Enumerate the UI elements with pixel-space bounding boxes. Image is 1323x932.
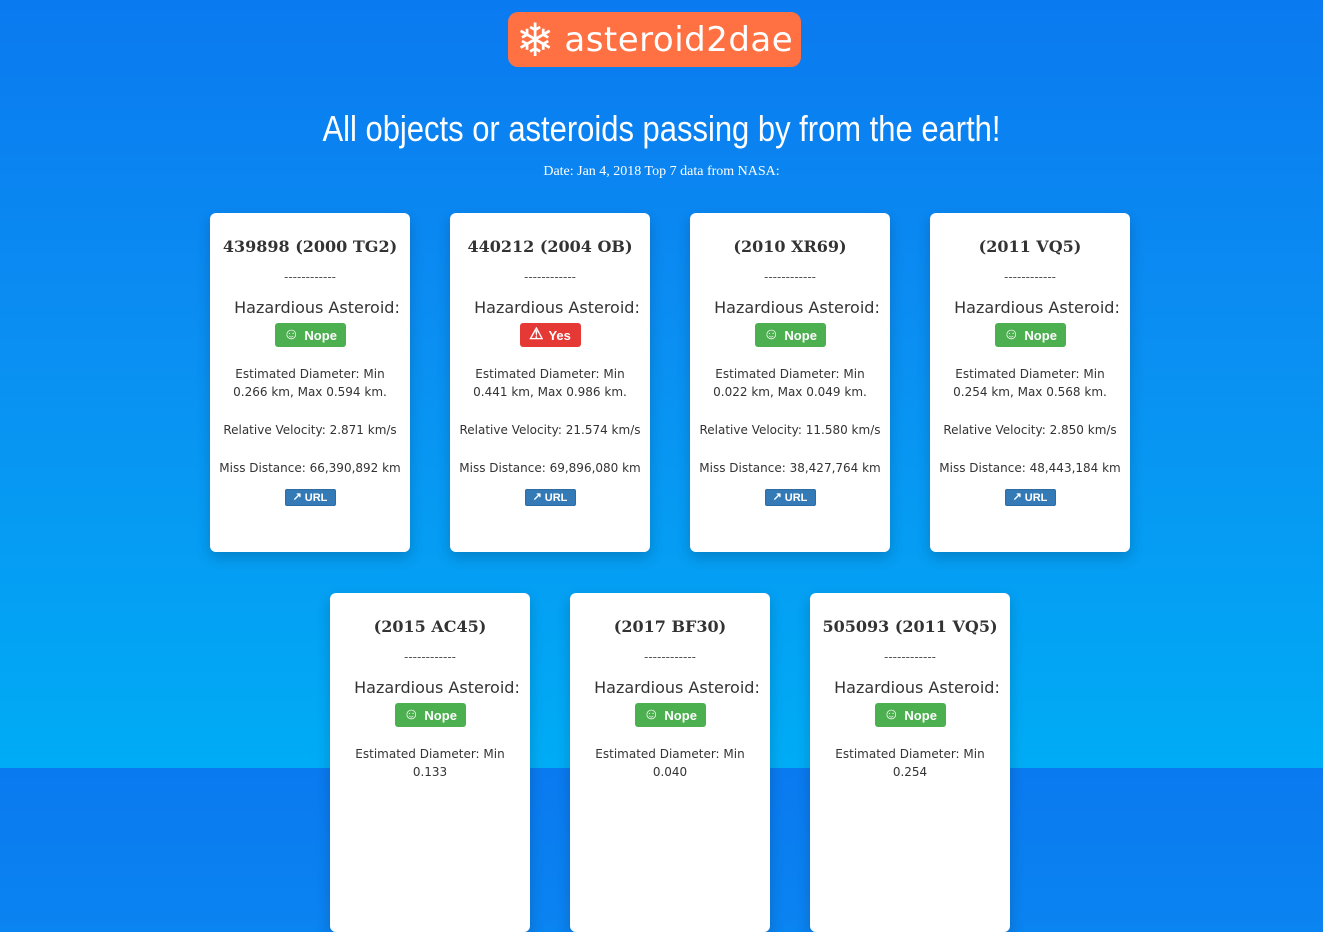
estimated-diameter: Estimated Diameter: Min 0.441 km, Max 0.… <box>473 367 627 399</box>
snowflake-icon: ❄ <box>515 12 555 67</box>
asteroid-name: (2011 VQ5) <box>978 237 1082 256</box>
hazard-label: Hazardious Asteroid: <box>354 678 520 697</box>
estimated-diameter: Estimated Diameter: Min 0.040 <box>595 747 745 779</box>
separator: ------------ <box>764 270 816 284</box>
estimated-diameter: Estimated Diameter: Min 0.254 km, Max 0.… <box>953 367 1107 399</box>
hazard-value: Nope <box>904 707 937 723</box>
url-label: URL <box>1024 491 1048 504</box>
smile-icon: ☺ <box>643 706 660 723</box>
asteroid-card: (2010 XR69) ------------ Hazardious Aste… <box>690 213 890 552</box>
miss-distance: Miss Distance: 38,427,764 km <box>699 461 881 475</box>
hazard-label: Hazardious Asteroid: <box>714 298 880 317</box>
miss-distance: Miss Distance: 69,896,080 km <box>459 461 641 475</box>
url-button[interactable]: ↗ URL <box>764 489 816 506</box>
relative-velocity: Relative Velocity: 21.574 km/s <box>459 423 641 437</box>
miss-distance: Miss Distance: 48,443,184 km <box>939 461 1121 475</box>
url-label: URL <box>304 491 328 504</box>
url-label: URL <box>784 491 808 504</box>
external-link-icon: ↗ <box>292 491 302 503</box>
smile-icon: ☺ <box>763 326 780 343</box>
hazard-label: Hazardious Asteroid: <box>954 298 1120 317</box>
hazard-badge: ☺ Nope <box>634 703 706 727</box>
hazard-value: Nope <box>424 707 457 723</box>
estimated-diameter: Estimated Diameter: Min 0.266 km, Max 0.… <box>233 367 387 399</box>
hazard-value: Nope <box>304 327 337 343</box>
hazard-label: Hazardious Asteroid: <box>834 678 1000 697</box>
hazard-value: Nope <box>1024 327 1057 343</box>
hazard-badge: ☺ Nope <box>754 323 826 347</box>
smile-icon: ☺ <box>283 326 300 343</box>
miss-distance: Miss Distance: 66,390,892 km <box>219 461 401 475</box>
separator: ------------ <box>1004 270 1056 284</box>
separator: ------------ <box>884 650 936 664</box>
relative-velocity: Relative Velocity: 2.871 km/s <box>223 423 397 437</box>
estimated-diameter: Estimated Diameter: Min 0.133 <box>355 747 505 779</box>
separator: ------------ <box>524 270 576 284</box>
hazard-badge: ☺ Nope <box>994 323 1066 347</box>
hazard-value: Nope <box>784 327 817 343</box>
asteroid-name: (2010 XR69) <box>733 237 847 256</box>
estimated-diameter: Estimated Diameter: Min 0.022 km, Max 0.… <box>713 367 867 399</box>
asteroid-name: 439898 (2000 TG2) <box>222 237 398 256</box>
external-link-icon: ↗ <box>532 491 542 503</box>
hazard-badge: ⚠ Yes <box>519 323 581 347</box>
hazard-label: Hazardious Asteroid: <box>594 678 760 697</box>
hazard-label: Hazardious Asteroid: <box>234 298 400 317</box>
hazard-value: Yes <box>548 327 571 343</box>
asteroid-name: (2017 BF30) <box>613 617 727 636</box>
asteroid-name: 440212 (2004 OB) <box>467 237 633 256</box>
asteroid-card: 505093 (2011 VQ5) ------------ Hazardiou… <box>810 593 1010 932</box>
relative-velocity: Relative Velocity: 11.580 km/s <box>699 423 881 437</box>
estimated-diameter: Estimated Diameter: Min 0.254 <box>835 747 985 779</box>
url-label: URL <box>544 491 568 504</box>
asteroid-card: (2011 VQ5) ------------ Hazardious Aster… <box>930 213 1130 552</box>
hazard-value: Nope <box>664 707 697 723</box>
hazard-badge: ☺ Nope <box>394 703 466 727</box>
smile-icon: ☺ <box>403 706 420 723</box>
relative-velocity: Relative Velocity: 2.850 km/s <box>943 423 1117 437</box>
url-button[interactable]: ↗ URL <box>284 489 336 506</box>
external-link-icon: ↗ <box>772 491 782 503</box>
page-title: All objects or asteroids passing by from… <box>322 108 1001 149</box>
asteroid-card: (2015 AC45) ------------ Hazardious Aste… <box>330 593 530 932</box>
logo-text: asteroid2dae <box>564 19 794 60</box>
separator: ------------ <box>644 650 696 664</box>
smile-icon: ☺ <box>1003 326 1020 343</box>
smile-icon: ☺ <box>883 706 900 723</box>
asteroid-card: 440212 (2004 OB) ------------ Hazardious… <box>450 213 650 552</box>
hazard-label: Hazardious Asteroid: <box>474 298 640 317</box>
logo-link[interactable]: ❄ asteroid2dae <box>508 12 801 67</box>
external-link-icon: ↗ <box>1012 491 1022 503</box>
warning-icon: ⚠ <box>529 326 544 343</box>
hazard-badge: ☺ Nope <box>274 323 346 347</box>
separator: ------------ <box>404 650 456 664</box>
separator: ------------ <box>284 270 336 284</box>
url-button[interactable]: ↗ URL <box>524 489 576 506</box>
url-button[interactable]: ↗ URL <box>1004 489 1056 506</box>
asteroid-name: 505093 (2011 VQ5) <box>822 617 998 636</box>
asteroid-card: (2017 BF30) ------------ Hazardious Aste… <box>570 593 770 932</box>
asteroid-card: 439898 (2000 TG2) ------------ Hazardiou… <box>210 213 410 552</box>
asteroid-name: (2015 AC45) <box>373 617 487 636</box>
date-subtitle: Date: Jan 4, 2018 Top 7 data from NASA: <box>543 164 780 179</box>
hazard-badge: ☺ Nope <box>874 703 946 727</box>
